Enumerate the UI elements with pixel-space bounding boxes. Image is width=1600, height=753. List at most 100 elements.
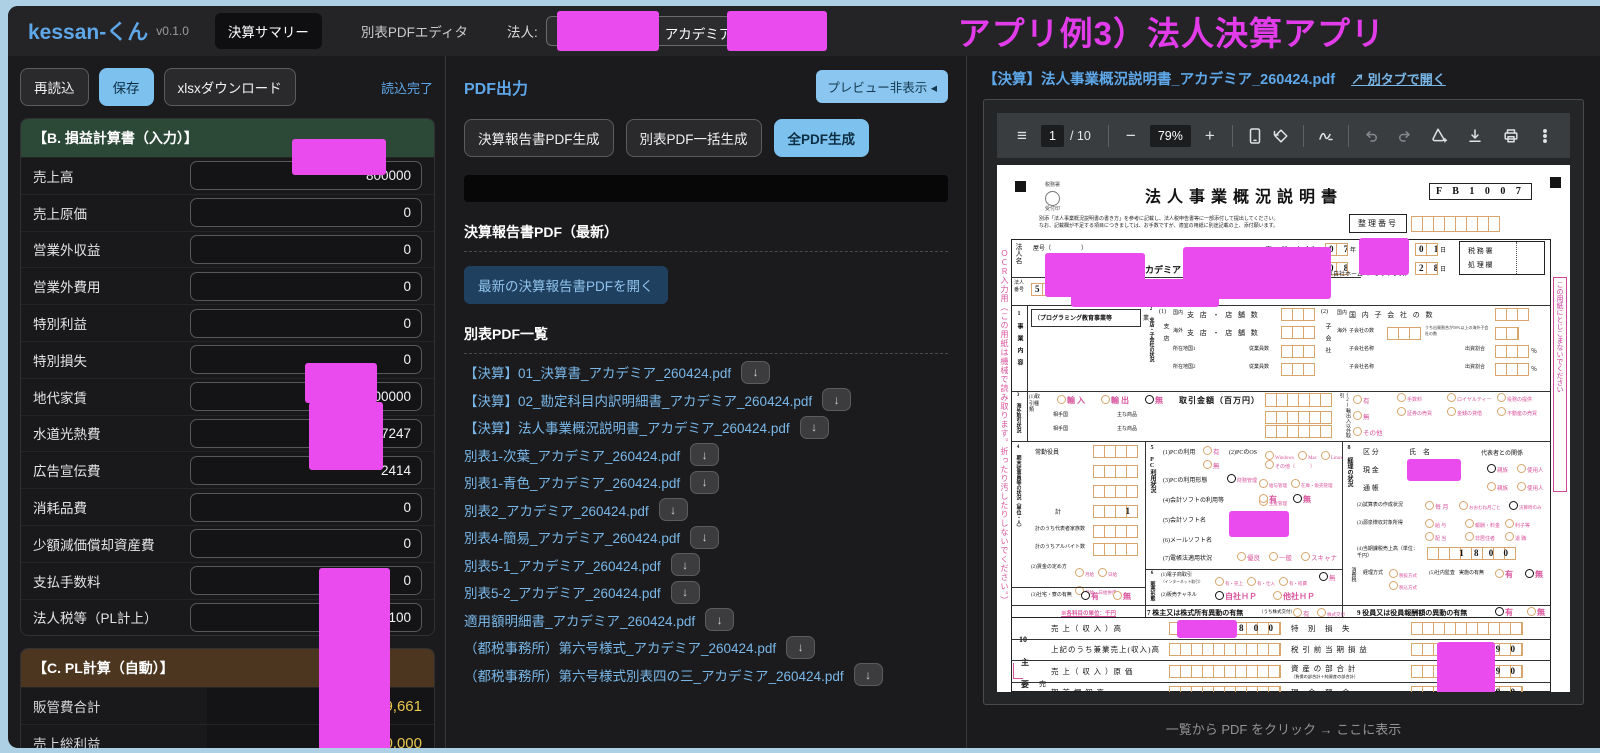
section3-2-label: (2)輸出入以外取引 — [1338, 393, 1351, 438]
pl-input-row: 営業外費用 0 — [21, 267, 434, 304]
latest-report-heading: 決算報告書PDF（最新） — [464, 222, 948, 252]
corner-mark — [1550, 177, 1561, 188]
pdf-file-link[interactable]: 別表4-簡易_アカデミア_260424.pdf — [464, 527, 680, 547]
download-button[interactable]: ↓ — [799, 415, 829, 439]
download-icon: ↓ — [701, 475, 708, 489]
download-button[interactable]: ↓ — [690, 443, 720, 466]
form-option: 証券の売買 — [1397, 407, 1443, 417]
pdf-file-row: 別表2_アカデミア_260424.pdf ↓ — [464, 498, 948, 521]
pdf-file-row: 別表5-1_アカデミア_260424.pdf ↓ — [464, 553, 948, 576]
download-button[interactable]: ↓ — [670, 580, 700, 604]
pl-input-field[interactable]: 0 — [190, 198, 422, 228]
beppyo-pdf-batch-button[interactable]: 別表PDF一括生成 — [625, 119, 762, 157]
undo-icon[interactable] — [1358, 123, 1384, 149]
s10-unit-note: ※各科目の単位：千円 — [1061, 611, 1117, 617]
download-icon: ↓ — [701, 530, 708, 544]
pdf-file-link[interactable]: 【決算】02_勘定科目内訳明細書_アカデミア_260424.pdf — [464, 390, 812, 410]
redaction-blob — [1229, 511, 1289, 537]
shataku-label: (3)社宅・寮の有無 — [1031, 593, 1072, 598]
pdf-viewer-frame: ≡ 1 / 10 − 79% + 税務署 受付印 法人事業概況説明書 F B 1… — [983, 99, 1584, 705]
s10-left-rows: 売 上（ 収 入 ）高 1 8 0 0 上記のうち兼業売上(収入)高 売 上（ … — [1011, 618, 1281, 692]
preview-toggle-button[interactable]: プレビュー非表示 ◂ — [816, 70, 948, 103]
download-button[interactable]: ↓ — [690, 525, 720, 549]
pdf-file-link[interactable]: 別表2_アカデミア_260424.pdf — [464, 500, 649, 520]
reload-button[interactable]: 再読込 — [20, 68, 89, 106]
toolbar-divider — [1231, 124, 1233, 147]
download-button[interactable]: ↓ — [822, 388, 852, 411]
download-button[interactable]: ↓ — [741, 360, 771, 384]
pl-input-field[interactable]: 0 — [190, 308, 422, 338]
fit-page-icon[interactable] — [1242, 123, 1268, 149]
pl-input-field[interactable]: 0 — [190, 529, 422, 559]
download-button[interactable]: ↓ — [690, 470, 720, 494]
all-pdf-generate-button[interactable]: 全PDF生成 — [773, 119, 869, 157]
redaction-blob — [1177, 620, 1237, 638]
ocr-vertical-note: ＯＣＲ入力用（この用紙は機械で読み取ります。折ったり汚したりしないでください。） — [1000, 249, 1009, 605]
pl-input-label: 特別利益 — [33, 317, 87, 333]
save-button[interactable]: 保存 — [98, 68, 154, 106]
pl-input-field[interactable]: 7247 — [190, 418, 422, 448]
s10-row-label: 現 金 預 金 — [1281, 687, 1411, 692]
pdf-file-link[interactable]: 【決算】法人事業概況説明書_アカデミア_260424.pdf — [464, 417, 790, 437]
signature-icon[interactable] — [1426, 123, 1452, 149]
download-button[interactable]: ↓ — [670, 553, 700, 576]
report-pdf-generate-button[interactable]: 決算報告書PDF生成 — [464, 119, 614, 157]
pdf-file-link[interactable]: （都税事務所）第六号様式別表四の三_アカデミア_260424.pdf — [464, 665, 844, 685]
corporation-select[interactable]: アカデミア — [545, 11, 827, 51]
download-icon: ↓ — [797, 640, 804, 654]
more-options-icon[interactable] — [1532, 123, 1558, 149]
tab-beppyo-pdf-editor[interactable]: 別表PDFエディタ — [348, 13, 481, 49]
form-option: 日給 — [1098, 572, 1117, 577]
tab-kessan-summary[interactable]: 決算サマリー — [214, 13, 322, 49]
pl-input-field[interactable]: 0 — [190, 492, 422, 522]
zoom-out-icon[interactable]: − — [1118, 123, 1144, 149]
pdf-file-link[interactable]: 別表5-2_アカデミア_260424.pdf — [464, 582, 661, 602]
pc7-label: (7)電帳法適用状況 — [1163, 556, 1212, 562]
pdf-output-panel: PDF出力 プレビュー非表示 ◂ 決算報告書PDF生成 別表PDF一括生成 全P… — [446, 56, 967, 748]
pdf-file-link[interactable]: 別表1-青色_アカデミア_260424.pdf — [464, 472, 680, 492]
corner-mark — [1015, 181, 1026, 192]
download-button[interactable]: ↓ — [658, 498, 688, 521]
pl-input-field[interactable]: 0 — [190, 271, 422, 301]
pdf-output-title: PDF出力 — [464, 80, 529, 98]
print-icon[interactable] — [1498, 123, 1524, 149]
xlsx-download-button[interactable]: xlsxダウンロード — [163, 68, 296, 106]
zoom-in-icon[interactable]: + — [1197, 123, 1223, 149]
annotate-icon[interactable] — [1313, 123, 1339, 149]
pdf-file-link[interactable]: 【決算】01_決算書_アカデミア_260424.pdf — [464, 362, 731, 382]
corporation-name: アカデミア — [664, 27, 733, 42]
pc4-label: (4)会計ソフトの利用等 — [1163, 498, 1224, 504]
pdf-file-row: 別表1-次葉_アカデミア_260424.pdf ↓ — [464, 443, 948, 466]
pdf-file-link[interactable]: （都税事務所）第六号様式_アカデミア_260424.pdf — [464, 637, 776, 657]
open-in-new-tab-link[interactable]: ↗ 別タブで開く — [1351, 69, 1446, 88]
pl-input-label: 消耗品費 — [33, 501, 87, 517]
redaction-blob — [1407, 459, 1461, 481]
download-button[interactable]: ↓ — [853, 663, 883, 686]
form-option: 給 与 — [1425, 519, 1461, 529]
page-title: アプリ例3）法人決算アプリ — [957, 15, 1385, 52]
download-button[interactable]: ↓ — [786, 635, 816, 659]
pdf-file-row: 別表4-簡易_アカデミア_260424.pdf ↓ — [464, 525, 948, 549]
pl-input-row: 特別利益 0 — [21, 304, 434, 341]
pdf-list-heading: 別表PDF一覧 — [464, 324, 948, 354]
s10-row-label: 期 首 棚 卸 高 — [1011, 687, 1169, 692]
pdf-file-row: 別表1-青色_アカデミア_260424.pdf ↓ — [464, 470, 948, 494]
pl-input-field[interactable]: 2414 — [190, 455, 422, 485]
menu-icon[interactable]: ≡ — [1009, 123, 1035, 149]
rotate-icon[interactable] — [1268, 123, 1294, 149]
pdf-file-link[interactable]: 適用額明細書_アカデミア_260424.pdf — [464, 610, 695, 630]
download-pdf-icon[interactable] — [1462, 123, 1488, 149]
download-icon: ↓ — [670, 502, 677, 517]
pdf-file-row: 別表5-2_アカデミア_260424.pdf ↓ — [464, 580, 948, 604]
open-latest-report-button[interactable]: 最新の決算報告書PDFを開く — [464, 266, 668, 304]
redo-icon[interactable] — [1392, 123, 1418, 149]
form-option: 金銭の貸借 — [1447, 407, 1493, 417]
page-count: / 10 — [1069, 128, 1091, 143]
zoom-level[interactable]: 79% — [1149, 124, 1191, 147]
pc6-label: (6)メールソフト名 — [1163, 538, 1212, 544]
pdf-file-link[interactable]: 別表1-次葉_アカデミア_260424.pdf — [464, 445, 680, 465]
pl-input-field[interactable]: 0 — [190, 234, 422, 264]
download-button[interactable]: ↓ — [705, 608, 735, 631]
pdf-file-link[interactable]: 別表5-1_アカデミア_260424.pdf — [464, 555, 661, 575]
page-number-input[interactable]: 1 — [1041, 124, 1064, 147]
